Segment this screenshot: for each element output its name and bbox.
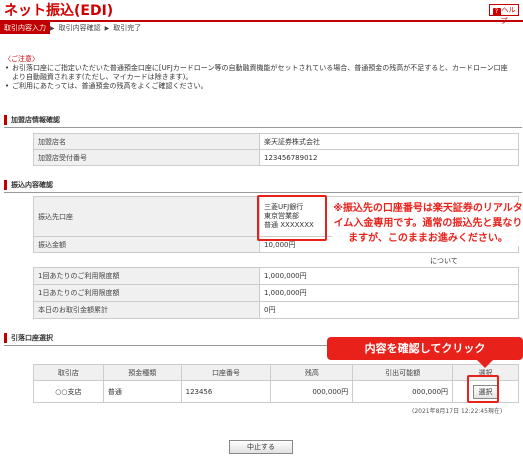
dest-account-label: 振込先口座 (33, 196, 260, 237)
section-merchant-heading: 加盟店情報確認 (4, 115, 522, 128)
col-number: 口座番号 (180, 364, 272, 381)
step-input: 取引内容入力 (0, 22, 50, 34)
annotation-overflow-text: について (430, 256, 458, 266)
help-button[interactable]: ?ヘルプ (489, 4, 519, 25)
limit-per-day-label: 1日あたりのご利用限度額 (33, 284, 260, 302)
select-highlight-box (467, 375, 499, 403)
question-icon: ? (492, 8, 501, 16)
limit-table: 1回あたりのご利用限度額 1,000,000円 1日あたりのご利用限度額 1,0… (33, 267, 519, 319)
merchant-name-value: 楽天証券株式会社 (259, 133, 519, 150)
today-total-label: 本日のお取引金額累計 (33, 301, 260, 319)
dest-highlight-box (257, 195, 327, 241)
annotation-note: ※振込先の口座番号は楽天証券のリアルタイム入金専用です。通常の振込先と異なります… (332, 201, 523, 246)
col-type: 預金種類 (102, 364, 182, 381)
table-row: 1日あたりのご利用限度額 1,000,000円 (33, 284, 519, 302)
step-indicator: 取引内容入力 ▶ 取引内容確認 ▶ 取引完了 (0, 22, 145, 34)
notice-box: 〈ご注意〉 お引落口座にご指定いただいた普通預金口座に[UFJカードローン等の自… (4, 55, 514, 91)
step-confirm: 取引内容確認 (58, 24, 101, 32)
step-complete: 取引完了 (113, 24, 142, 32)
today-total-value: 0円 (259, 301, 519, 319)
limit-per-day-value: 1,000,000円 (259, 284, 519, 302)
notice-heading: 〈ご注意〉 (4, 55, 39, 63)
col-balance: 残高 (270, 364, 354, 381)
stop-button[interactable]: 中止する (229, 440, 293, 454)
balance-cell: 000,000円 (270, 380, 354, 403)
type-cell: 普通 (102, 380, 182, 403)
col-available: 引出可能額 (352, 364, 454, 381)
balance-timestamp: (2021年8月17日 12:22:45現在) (412, 408, 503, 415)
help-label: ヘルプ (501, 6, 516, 25)
available-cell: 000,000円 (352, 380, 454, 403)
notice-line: ご利用にあたっては、普通預金の残高をよくご確認ください。 (4, 82, 514, 91)
table-row: 加盟店受付番号 123456789012 (33, 149, 519, 166)
merchant-table: 加盟店名 楽天証券株式会社 加盟店受付番号 123456789012 (33, 133, 519, 166)
merchant-number-label: 加盟店受付番号 (33, 149, 260, 166)
merchant-name-label: 加盟店名 (33, 133, 260, 150)
amount-label: 振込金額 (33, 236, 260, 253)
notice-line: お引落口座にご指定いただいた普通預金口座に[UFJカードローン等の自動融資機能が… (4, 64, 514, 82)
table-row: 加盟店名 楽天証券株式会社 (33, 133, 519, 150)
account-table: 取引店 預金種類 口座番号 残高 引出可能額 選択 ○○支店 普通 123456… (33, 364, 519, 403)
limit-per-transaction-value: 1,000,000円 (259, 267, 519, 285)
number-cell: 123456 (180, 380, 272, 403)
table-row: 本日のお取引金額累計 0円 (33, 301, 519, 319)
branch-cell: ○○支店 (33, 380, 104, 403)
page-title: ネット振込(EDI) (4, 3, 114, 19)
table-header-row: 取引店 預金種類 口座番号 残高 引出可能額 選択 (33, 364, 519, 381)
col-branch: 取引店 (33, 364, 104, 381)
table-row: 1回あたりのご利用限度額 1,000,000円 (33, 267, 519, 285)
limit-per-transaction-label: 1回あたりのご利用限度額 (33, 267, 260, 285)
section-transfer-heading: 振込内容確認 (4, 180, 522, 193)
merchant-number-value: 123456789012 (259, 149, 519, 166)
annotation-callout: 内容を確認してクリック (327, 337, 523, 368)
table-row: ○○支店 普通 123456 000,000円 000,000円 選択 (33, 380, 519, 403)
